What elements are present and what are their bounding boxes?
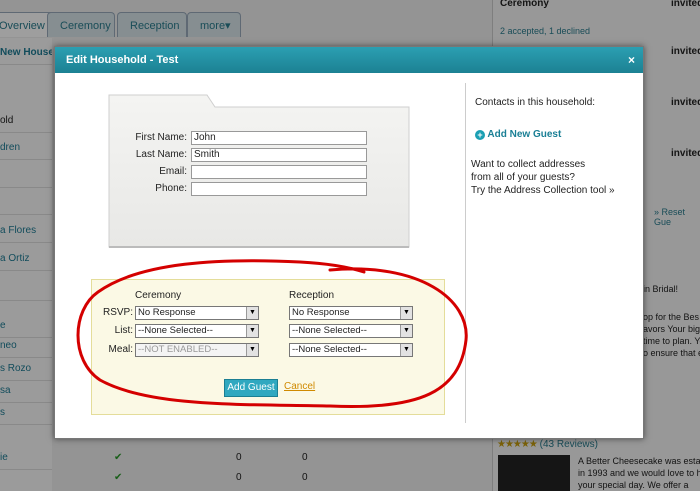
email-label: Email: bbox=[159, 166, 187, 177]
rsvp-label: RSVP: bbox=[102, 307, 133, 318]
dialog-title: Edit Household - Test bbox=[66, 54, 179, 66]
address-collection-link[interactable]: Try the Address Collection tool » bbox=[471, 184, 615, 197]
vertical-divider bbox=[465, 83, 466, 423]
reception-list-select[interactable]: --None Selected-- ▼ bbox=[289, 324, 413, 338]
selected-value: --None Selected-- bbox=[138, 325, 213, 336]
meal-label: Meal: bbox=[108, 344, 133, 355]
close-icon[interactable]: × bbox=[628, 47, 635, 73]
edit-household-dialog: Edit Household - Test × First Name: John… bbox=[54, 46, 644, 439]
plus-circle-icon: + bbox=[475, 130, 485, 140]
first-name-label: First Name: bbox=[135, 132, 187, 143]
address-collection-promo: Want to collect addresses from all of yo… bbox=[471, 158, 615, 197]
chevron-down-icon: ▼ bbox=[246, 307, 258, 319]
reception-rsvp-select[interactable]: No Response ▼ bbox=[289, 306, 413, 320]
selected-value: --None Selected-- bbox=[292, 325, 367, 336]
add-new-guest-link[interactable]: + Add New Guest bbox=[475, 129, 561, 140]
chevron-down-icon: ▼ bbox=[246, 344, 258, 356]
phone-label: Phone: bbox=[155, 183, 187, 194]
last-name-input[interactable]: Smith bbox=[191, 148, 367, 162]
ceremony-heading: Ceremony bbox=[135, 290, 182, 301]
ceremony-rsvp-select[interactable]: No Response ▼ bbox=[135, 306, 259, 320]
list-label: List: bbox=[114, 325, 133, 336]
collect-line: from all of your guests? bbox=[471, 172, 575, 183]
chevron-down-icon: ▼ bbox=[400, 307, 412, 319]
last-name-label: Last Name: bbox=[135, 149, 187, 160]
contacts-label: Contacts in this household: bbox=[475, 97, 596, 108]
selected-value: --NOT ENABLED-- bbox=[138, 344, 218, 355]
ceremony-meal-select: --NOT ENABLED-- ▼ bbox=[135, 343, 259, 357]
selected-value: No Response bbox=[138, 307, 196, 318]
add-new-guest-label: Add New Guest bbox=[487, 129, 562, 140]
reception-heading: Reception bbox=[289, 290, 335, 301]
first-name-input[interactable]: John bbox=[191, 131, 367, 145]
email-field[interactable] bbox=[191, 165, 367, 179]
ceremony-list-select[interactable]: --None Selected-- ▼ bbox=[135, 324, 259, 338]
collect-line: Want to collect addresses bbox=[471, 159, 586, 170]
dialog-header: Edit Household - Test × bbox=[55, 47, 643, 73]
chevron-down-icon: ▼ bbox=[246, 325, 258, 337]
phone-field[interactable] bbox=[191, 182, 367, 196]
selected-value: No Response bbox=[292, 307, 350, 318]
cancel-link[interactable]: Cancel bbox=[284, 381, 315, 392]
add-guest-button[interactable]: Add Guest bbox=[224, 379, 278, 397]
selected-value: --None Selected-- bbox=[292, 344, 367, 355]
chevron-down-icon: ▼ bbox=[400, 344, 412, 356]
reception-meal-select[interactable]: --None Selected-- ▼ bbox=[289, 343, 413, 357]
chevron-down-icon: ▼ bbox=[400, 325, 412, 337]
